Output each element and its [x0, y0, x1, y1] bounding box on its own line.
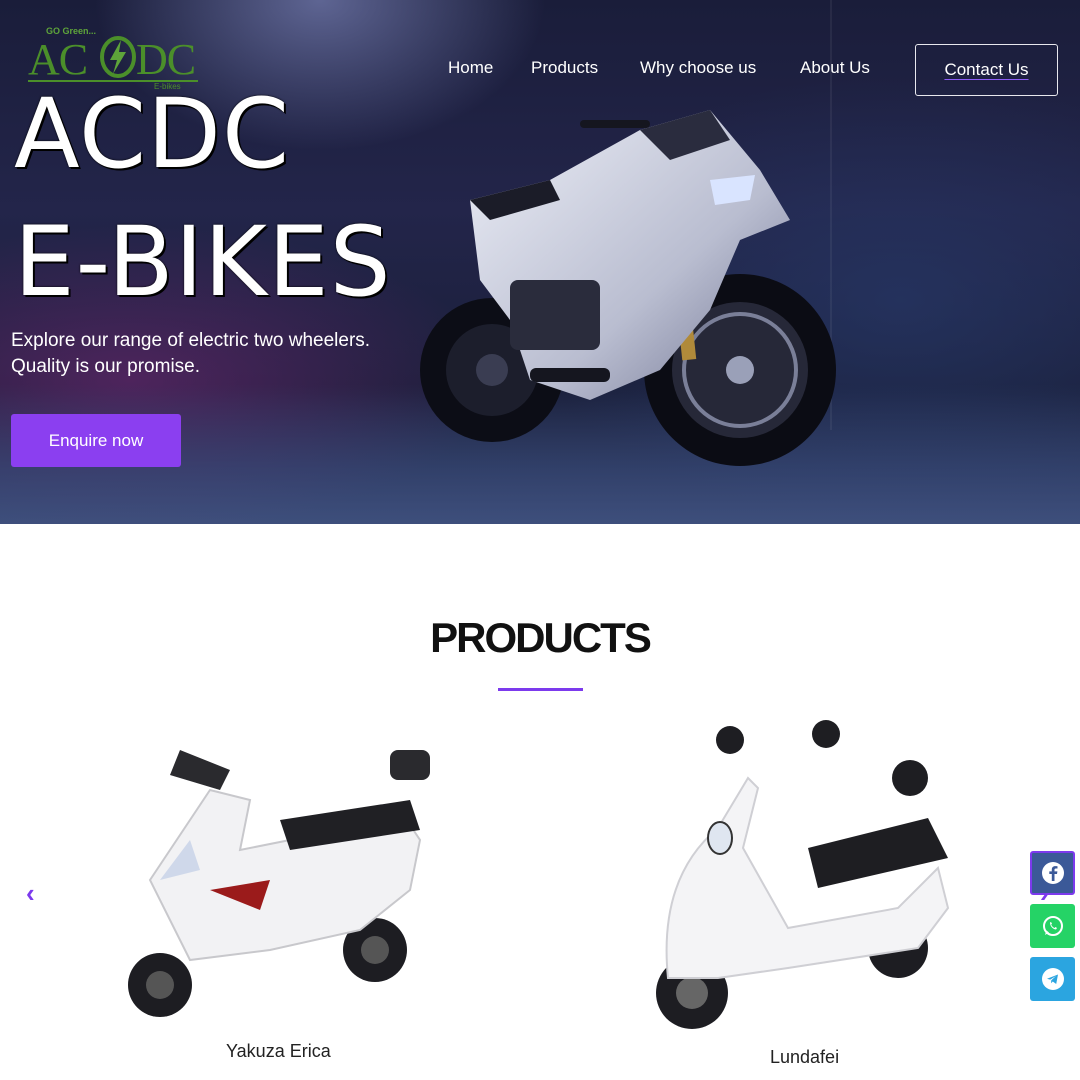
hero-section: GO Green... AC DC E-bikes Home Products …	[0, 0, 1080, 524]
whatsapp-icon	[1042, 916, 1063, 936]
facebook-button[interactable]	[1030, 851, 1075, 895]
chevron-left-icon[interactable]: ‹	[26, 878, 35, 909]
hero-title-line2: E-BIKES	[14, 206, 392, 318]
hero-description: Explore our range of electric two wheele…	[11, 330, 371, 377]
telegram-icon	[1041, 968, 1064, 990]
products-heading-underline	[498, 688, 583, 691]
nav-products[interactable]: Products	[531, 58, 598, 78]
product-image-lundafei[interactable]	[648, 718, 960, 1033]
nav-about-us[interactable]: About Us	[800, 58, 870, 78]
product-name[interactable]: Yakuza Erica	[226, 1041, 331, 1062]
product-name[interactable]: Lundafei	[770, 1047, 839, 1068]
nav-why-choose-us[interactable]: Why choose us	[640, 58, 756, 78]
whatsapp-button[interactable]	[1030, 904, 1075, 948]
telegram-button[interactable]	[1030, 957, 1075, 1001]
products-heading: PRODUCTS	[430, 614, 652, 661]
facebook-icon	[1041, 862, 1064, 884]
hero-title-line1: ACDC	[14, 78, 290, 190]
lightning-bolt-icon	[100, 36, 136, 78]
product-image-yakuza-erica[interactable]	[120, 730, 440, 1030]
nav-home[interactable]: Home	[448, 58, 493, 78]
contact-us-button[interactable]: Contact Us	[915, 44, 1058, 96]
enquire-now-button[interactable]: Enquire now	[11, 414, 181, 467]
motorcycle-image	[420, 110, 836, 466]
